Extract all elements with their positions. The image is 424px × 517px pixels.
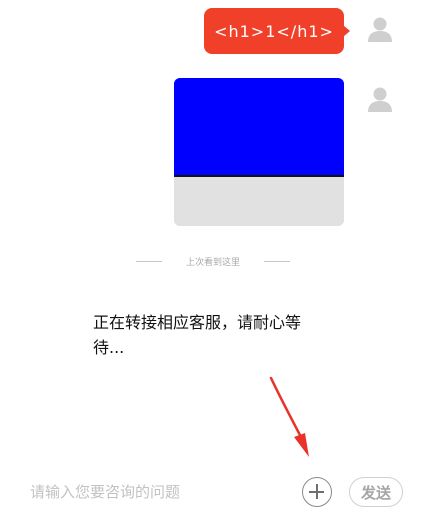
last-read-divider: 上次看到这里 (136, 253, 290, 269)
plus-button[interactable] (302, 477, 332, 507)
chat-screen: <h1>1</h1> 上次看到这里 正在转接相应客服，请耐心等待... 请输入您… (0, 0, 424, 517)
input-bar: 发送 (0, 470, 424, 517)
message-bubble[interactable]: <h1>1</h1> (204, 8, 344, 54)
system-message: 正在转接相应客服，请耐心等待... (93, 313, 302, 357)
image-message[interactable] (174, 78, 344, 226)
divider-line-left (136, 260, 162, 262)
message-text: <h1>1</h1> (214, 21, 334, 41)
question-input[interactable] (30, 478, 280, 506)
bubble-tail (343, 25, 350, 37)
last-read-label: 上次看到这里 (185, 257, 240, 268)
user-avatar-icon[interactable] (364, 14, 396, 46)
send-button[interactable]: 发送 (349, 477, 403, 507)
divider-line-right (263, 260, 290, 262)
image-blue-area (174, 78, 344, 177)
plus-circle-icon-stem (315, 484, 318, 499)
image-grey-area (174, 177, 344, 226)
user-avatar-icon[interactable] (364, 84, 396, 116)
